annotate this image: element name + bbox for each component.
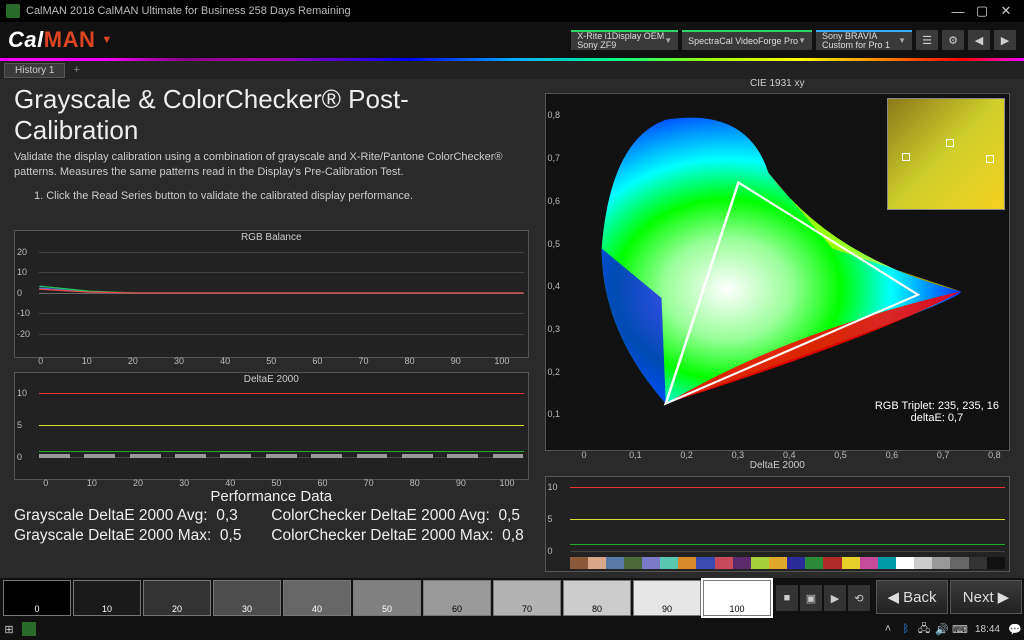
read-series-button[interactable]: ▶ [824,585,846,611]
grayscale-swatch-bar: 0102030405060708090100 ■ ▣ ▶ ⟲ ◀ Back Ne… [0,578,1024,618]
windows-taskbar[interactable]: ⊞ ˄ ᛒ 🖧 🔊 ⌨ 18:44 💬 [0,618,1024,640]
start-button[interactable]: ⊞ [0,623,18,636]
deltae-left-title: DeltaE 2000 [15,373,528,386]
network-icon[interactable]: 🖧 [915,620,933,639]
bluetooth-icon[interactable]: ᛒ [897,623,915,635]
rgb-balance-title: RGB Balance [15,231,528,244]
swatch-90[interactable]: 90 [633,580,701,616]
volume-icon[interactable]: 🔊 [933,623,951,636]
deltae-colorchecker-chart: 10 5 0 [545,476,1011,572]
swatch-0[interactable]: 0 [3,580,71,616]
cie-readout: RGB Triplet: 235, 235, 16 deltaE: 0,7 [875,400,999,424]
taskbar-app-icon[interactable] [22,622,36,636]
stop-button[interactable]: ■ [776,585,798,611]
next-button[interactable]: Next ▶ [950,580,1022,614]
performance-data: Performance Data Grayscale DeltaE 2000 A… [14,488,529,545]
notification-icon[interactable]: 💬 [1006,623,1024,636]
back-button[interactable]: ◀ Back [876,580,948,614]
history-tab[interactable]: History 1 [4,63,65,78]
window-title: CalMAN 2018 CalMAN Ultimate for Business… [26,5,351,17]
language-icon[interactable]: ⌨ [951,623,969,636]
cie-chart-title: CIE 1931 xy [545,78,1011,89]
page-description: Validate the display calibration using a… [14,150,529,180]
read-continuous-button[interactable]: ⟲ [848,585,870,611]
swatch-50[interactable]: 50 [353,580,421,616]
settings-button[interactable]: ⚙ [942,30,964,50]
rgb-balance-chart: RGB Balance 20 10 0 -10 -20 0 10 20 [14,230,529,358]
next-page-button[interactable]: ▶ [994,30,1016,50]
app-logo: CalMAN [8,27,95,53]
add-history-tab[interactable]: + [65,64,87,76]
swatch-10[interactable]: 10 [73,580,141,616]
deltae-grayscale-chart: DeltaE 2000 10 5 0 0 10 20 [14,372,529,480]
app-icon [6,4,20,18]
app-toolbar: CalMAN ▼ X-Rite i1Display OEMSony ZF9▼ S… [0,22,1024,58]
tray-up-icon[interactable]: ˄ [879,623,897,635]
function-button[interactable]: ☰ [916,30,938,50]
maximize-button[interactable]: ▢ [970,3,994,19]
read-single-button[interactable]: ▣ [800,585,822,611]
cie-1931-chart: 0,1 0,2 0,3 0,4 0,5 0,6 0,7 0,8 0 0,1 0,… [545,93,1011,451]
taskbar-clock[interactable]: 18:44 [969,624,1006,635]
cie-zoom-inset [887,98,1005,210]
swatch-30[interactable]: 30 [213,580,281,616]
minimize-button[interactable]: — [946,4,970,19]
swatch-70[interactable]: 70 [493,580,561,616]
close-button[interactable]: ✕ [994,3,1018,19]
prev-page-button[interactable]: ◀ [968,30,990,50]
source-device-button[interactable]: SpectraCal VideoForge Pro▼ [682,30,812,50]
display-device-button[interactable]: Sony BRAVIACustom for Pro 1▼ [816,30,912,50]
instruction-step: 1. Click the Read Series button to valid… [34,190,529,202]
swatch-60[interactable]: 60 [423,580,491,616]
swatch-100[interactable]: 100 [703,580,771,616]
history-tabs: History 1 + [0,61,1024,79]
swatch-20[interactable]: 20 [143,580,211,616]
window-titlebar: CalMAN 2018 CalMAN Ultimate for Business… [0,0,1024,22]
swatch-40[interactable]: 40 [283,580,351,616]
main-menu-button[interactable]: ▼ [101,34,112,46]
page-title: Grayscale & ColorChecker® Post-Calibrati… [14,84,529,146]
performance-heading: Performance Data [14,488,529,505]
meter-device-button[interactable]: X-Rite i1Display OEMSony ZF9▼ [571,30,678,50]
swatch-80[interactable]: 80 [563,580,631,616]
deltae-right-title: DeltaE 2000 [545,459,1011,472]
